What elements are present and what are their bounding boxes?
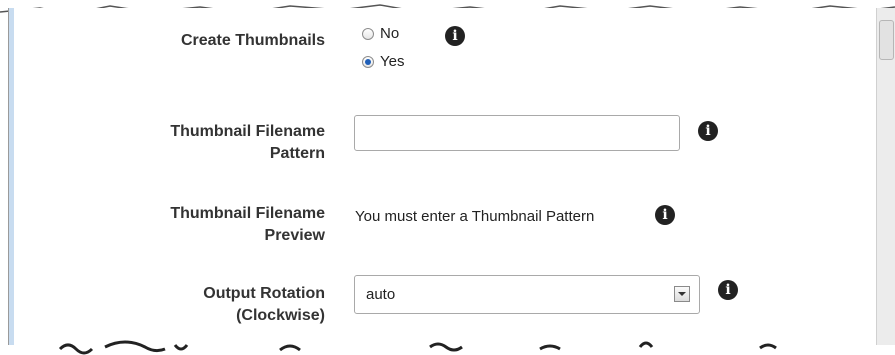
radio-yes[interactable] [362,55,374,68]
thumbnail-pattern-label-line1: Thumbnail Filename [170,123,325,140]
info-icon[interactable]: i [698,121,718,141]
info-icon[interactable]: i [445,26,465,46]
info-icon[interactable]: i [718,280,738,300]
thumbnail-preview-label: Thumbnail Filename Preview [170,203,325,247]
thumbnail-preview-label-line2: Preview [264,227,325,244]
thumbnail-preview-label-line1: Thumbnail Filename [170,205,325,222]
output-rotation-label-line1: Output Rotation [203,285,325,302]
info-icon[interactable]: i [655,205,675,225]
thumbnail-pattern-label: Thumbnail Filename Pattern [170,121,325,165]
vertical-scrollbar[interactable] [876,8,895,355]
radio-no-label: No [380,25,400,42]
thumbnail-pattern-input[interactable] [354,115,680,151]
scrollbar-thumb[interactable] [879,20,894,60]
chevron-down-icon[interactable] [674,286,690,302]
radio-yes-label: Yes [380,53,405,70]
output-rotation-label: Output Rotation (Clockwise) [203,283,325,327]
create-thumbnails-no-option[interactable]: No [362,25,399,42]
create-thumbnails-yes-option[interactable]: Yes [362,53,404,70]
torn-edge-bottom [0,340,895,355]
radio-no[interactable] [362,27,374,40]
output-rotation-value: auto [366,286,396,303]
thumbnail-pattern-label-line2: Pattern [269,145,325,162]
output-rotation-label-line2: (Clockwise) [236,307,325,324]
create-thumbnails-label: Create Thumbnails [180,32,325,49]
panel-left-accent [9,8,14,355]
thumbnail-preview-text: You must enter a Thumbnail Pattern [355,208,595,225]
output-rotation-select[interactable]: auto [354,275,700,314]
